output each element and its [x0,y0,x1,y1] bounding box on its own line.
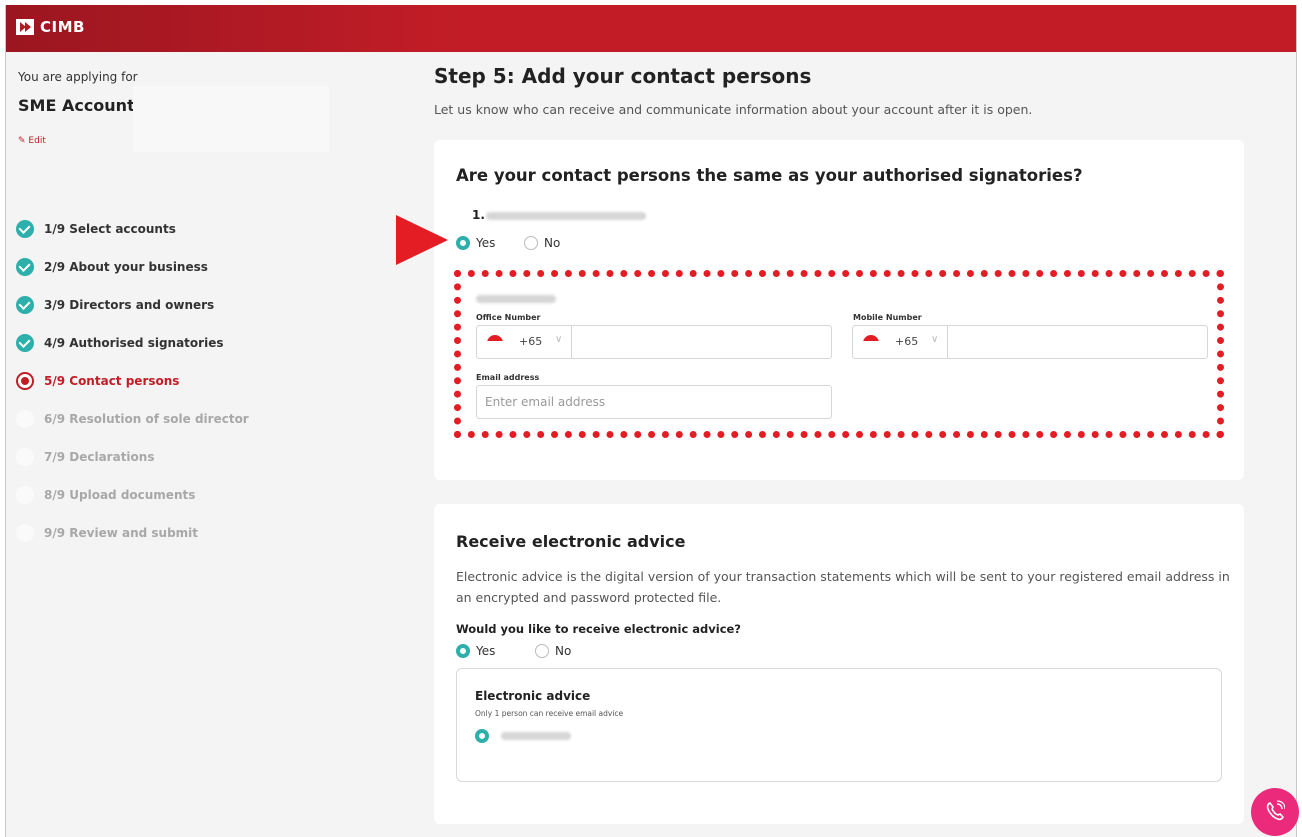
no-label: No [555,644,572,658]
step-label: 9/9 Review and submit [44,526,199,540]
step-item-select-accounts[interactable]: 1/9 Select accounts [16,210,249,248]
step-item-resolution: 6/9 Resolution of sole director [16,400,249,438]
radio-unselected-icon [524,236,538,250]
pending-step-icon [16,448,34,466]
cimb-logo[interactable]: CIMB [16,18,85,36]
call-button[interactable] [1251,788,1299,836]
pending-step-icon [16,486,34,504]
redacted-contact-name [476,295,556,303]
advice-box-title: Electronic advice [475,689,591,703]
contact-persons-card: Are your contact persons the same as you… [434,140,1244,480]
radio-selected-icon [475,729,489,743]
radio-selected-icon [456,236,470,250]
page-title: Step 5: Add your contact persons [434,64,812,88]
advice-no-option[interactable]: No [535,644,571,658]
electronic-advice-card: Receive electronic advice Electronic adv… [434,504,1244,824]
singapore-flag-icon [487,335,503,347]
email-input[interactable] [477,386,831,418]
step-list: 1/9 Select accounts 2/9 About your busin… [16,210,249,552]
step-item-about-business[interactable]: 2/9 About your business [16,248,249,286]
check-icon [16,258,34,276]
advice-yes-option[interactable]: Yes [456,644,495,658]
brand-name: CIMB [40,18,85,36]
pending-step-icon [16,524,34,542]
contact-yes-option[interactable]: Yes [456,236,495,250]
step-item-review-submit: 9/9 Review and submit [16,514,249,552]
contact-no-option[interactable]: No [524,236,560,250]
advice-description: Electronic advice is the digital version… [456,569,1230,605]
divider [571,326,572,358]
radio-unselected-icon [535,644,549,658]
highlight-box: Office Number +65 ∨ Mobile Number +65 ∨ … [454,270,1224,438]
contact-question: Are your contact persons the same as you… [456,166,1083,185]
yes-label: Yes [476,236,496,250]
check-icon [16,220,34,238]
app-window: CIMB You are applying for SME Account ✎ … [5,5,1297,837]
step-label: 6/9 Resolution of sole director [44,412,249,426]
step-item-contact-persons[interactable]: 5/9 Contact persons [16,362,249,400]
yes-label: Yes [476,644,496,658]
step-item-declarations: 7/9 Declarations [16,438,249,476]
person-number: 1. [472,208,485,222]
electronic-advice-box: Electronic advice Only 1 person can rece… [456,668,1222,782]
mobile-number-field[interactable]: +65 ∨ [852,325,1208,359]
step-label: 4/9 Authorised signatories [44,336,224,350]
step-label: 3/9 Directors and owners [44,298,215,312]
no-label: No [544,236,561,250]
sidebar: You are applying for SME Account ✎ Edit … [6,52,426,837]
mobile-number-label: Mobile Number [853,313,922,322]
top-bar: CIMB [6,5,1296,52]
current-step-icon [16,372,34,390]
account-name: SME Account [18,96,135,115]
redacted-area [133,86,329,152]
step-label: 8/9 Upload documents [44,488,196,502]
applying-label: You are applying for [18,70,138,84]
edit-link[interactable]: ✎ Edit [18,136,46,146]
chevron-down-icon[interactable]: ∨ [555,334,562,345]
step-item-directors-owners[interactable]: 3/9 Directors and owners [16,286,249,324]
phone-call-icon [1266,800,1285,821]
email-address-label: Email address [476,373,540,382]
divider [947,326,948,358]
office-number-field[interactable]: +65 ∨ [476,325,832,359]
advice-box-subtitle: Only 1 person can receive email advice [475,709,624,718]
check-icon [16,296,34,314]
main-content: Step 5: Add your contact persons Let us … [426,52,1292,837]
page-subtitle: Let us know who can receive and communic… [434,102,1033,117]
advice-recipient-option[interactable] [475,729,571,743]
advice-question: Would you like to receive electronic adv… [456,622,741,636]
step-item-upload-documents: 8/9 Upload documents [16,476,249,514]
advice-title: Receive electronic advice [456,532,686,551]
step-label: 5/9 Contact persons [44,374,180,388]
office-country-code[interactable]: +65 [519,335,542,348]
redacted-person-name [486,212,646,220]
step-item-authorised-signatories[interactable]: 4/9 Authorised signatories [16,324,249,362]
step-label: 2/9 About your business [44,260,208,274]
edit-label: Edit [28,136,46,146]
office-number-label: Office Number [476,313,541,322]
pending-step-icon [16,410,34,428]
check-icon [16,334,34,352]
pencil-icon: ✎ [18,136,26,146]
cimb-logo-icon [16,19,34,35]
step-label: 7/9 Declarations [44,450,155,464]
mobile-country-code[interactable]: +65 [895,335,918,348]
singapore-flag-icon [863,335,879,347]
redacted-recipient-name [501,732,571,740]
email-field[interactable] [476,385,832,419]
step-label: 1/9 Select accounts [44,222,176,236]
pointer-arrow-icon [396,215,448,265]
chevron-down-icon[interactable]: ∨ [931,334,938,345]
radio-selected-icon [456,644,470,658]
